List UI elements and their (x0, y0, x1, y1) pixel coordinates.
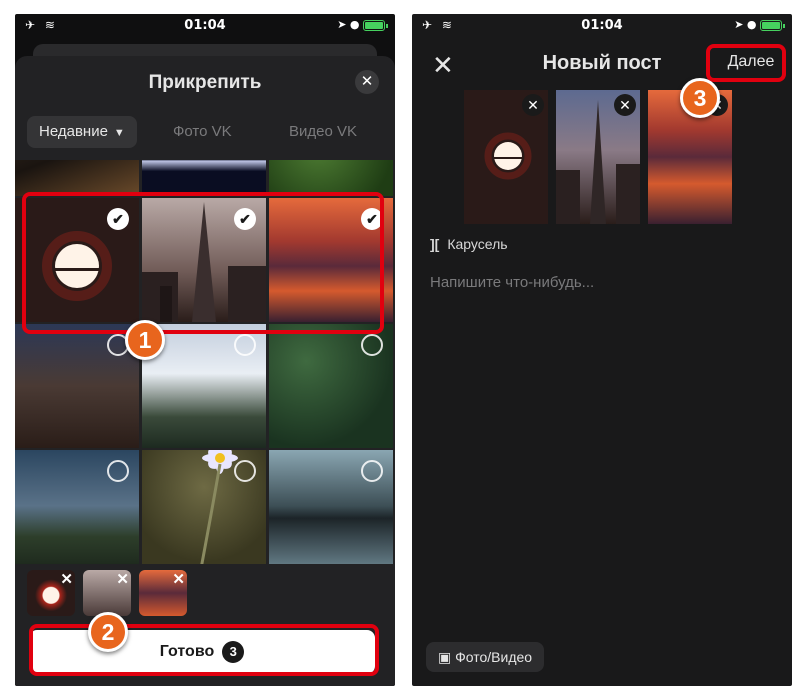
photo-white-flower[interactable] (142, 450, 266, 564)
sheet-title: Прикрепить (148, 72, 262, 93)
unselected-circle-icon[interactable] (361, 334, 383, 356)
unselected-circle-icon[interactable] (234, 460, 256, 482)
status-right-icons: ➤ ● (734, 18, 785, 31)
tab-video-vk[interactable]: Видео VK (289, 116, 357, 148)
highlight-selected-photos (22, 192, 384, 334)
chevron-down-icon: ▼ (113, 127, 125, 139)
carousel-icon: ][ (430, 236, 440, 252)
source-tabs: Недавние ▼ Фото VK Видео VK (27, 116, 383, 148)
remove-media-icon[interactable]: ✕ (614, 94, 636, 116)
carousel-label: Карусель (447, 236, 508, 252)
highlight-next-button (706, 44, 786, 82)
status-bar: ✈ ≋ 01:04 ➤ ● (412, 14, 792, 38)
thumbnail-red-sun[interactable]: ✕ (27, 570, 75, 616)
unselected-circle-icon[interactable] (361, 460, 383, 482)
photo-fern-leaves[interactable] (269, 160, 393, 196)
tab-recent[interactable]: Недавние ▼ (27, 116, 137, 148)
step-badge-3: 3 (680, 78, 720, 118)
close-sheet-button[interactable]: ✕ (355, 70, 379, 94)
photo-city-road-night[interactable] (15, 160, 139, 196)
carousel-toggle[interactable]: ][ Карусель (430, 236, 508, 252)
thumbnail-shard[interactable]: ✕ (83, 570, 131, 616)
photo-video-button[interactable]: ▣ Фото/Видео (426, 642, 545, 672)
photo-city-street-dusk[interactable] (15, 324, 139, 448)
remove-icon[interactable]: ✕ (60, 570, 73, 588)
battery-icon (760, 19, 785, 31)
left-screen: ✈ ≋ 01:04 ➤ ● Прикрепить ✕ Недавние ▼ Фот… (15, 14, 395, 686)
media-shard[interactable]: ✕ (556, 90, 640, 224)
thumbnail-sunset-sea[interactable]: ✕ (139, 570, 187, 616)
remove-media-icon[interactable]: ✕ (522, 94, 544, 116)
status-right-icons: ➤ ● (337, 18, 388, 31)
highlight-done-button (29, 624, 379, 676)
step-badge-2: 2 (88, 612, 128, 652)
image-icon: ▣ (438, 649, 456, 665)
photo-mountain-reflection[interactable] (269, 450, 393, 564)
photo-video-label: Фото/Видео (455, 649, 533, 665)
location-user-icons: ➤ ● (337, 18, 360, 31)
photo-mountain-night-sky[interactable] (15, 450, 139, 564)
photo-city-lights-night[interactable] (142, 160, 266, 196)
media-red-sun[interactable]: ✕ (464, 90, 548, 224)
remove-icon[interactable]: ✕ (116, 570, 129, 588)
battery-icon (363, 19, 388, 31)
status-bar: ✈ ≋ 01:04 ➤ ● (15, 14, 395, 38)
unselected-circle-icon[interactable] (107, 460, 129, 482)
right-screen: ✈ ≋ 01:04 ➤ ● ✕ Новый пост Далее ✕ ✕ ✕ ]… (412, 14, 792, 686)
post-text-input[interactable]: Напишите что-нибудь... (430, 274, 594, 291)
step-badge-1: 1 (125, 320, 165, 360)
unselected-circle-icon[interactable] (234, 334, 256, 356)
attach-sheet: Прикрепить ✕ Недавние ▼ Фото VK Видео VK … (15, 56, 395, 686)
tab-recent-label: Недавние (39, 123, 108, 140)
remove-icon[interactable]: ✕ (172, 570, 185, 588)
tab-photo-vk[interactable]: Фото VK (173, 116, 232, 148)
location-user-icons: ➤ ● (734, 18, 757, 31)
photo-green-leaves[interactable] (269, 324, 393, 448)
